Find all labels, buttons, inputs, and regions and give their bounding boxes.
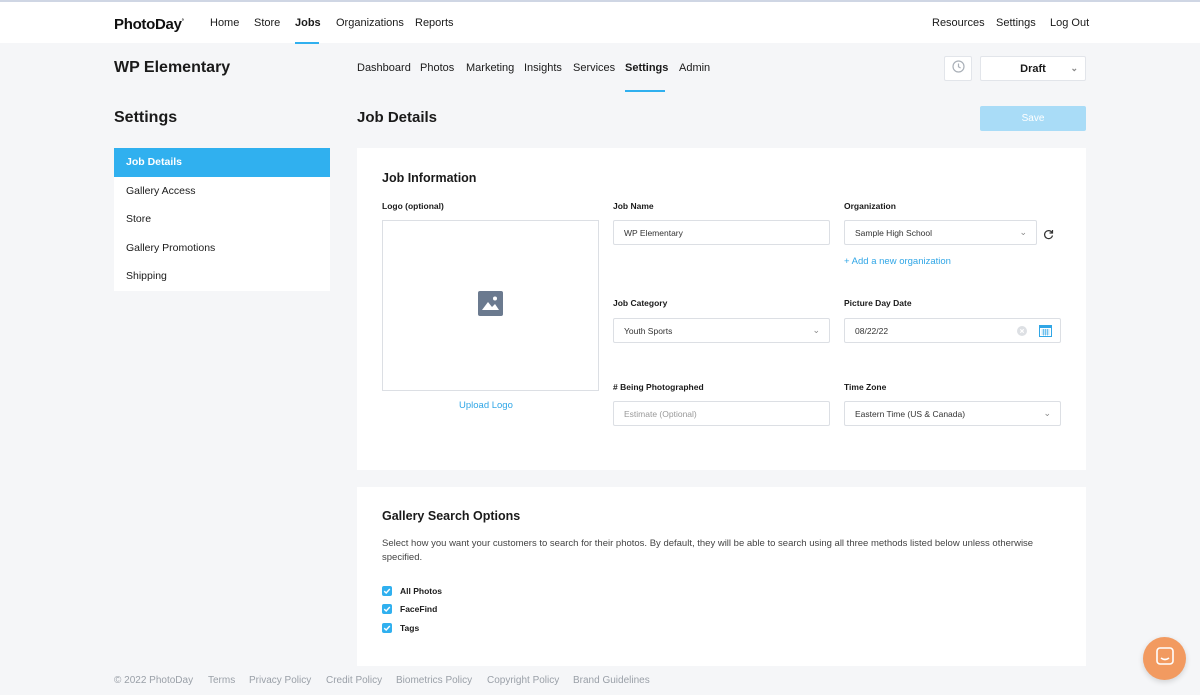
- photoday-logo[interactable]: PhotoDay°: [114, 16, 184, 33]
- time-zone-value: Eastern Time (US & Canada): [855, 408, 966, 419]
- checkbox-checked-icon[interactable]: [382, 623, 392, 633]
- clock-icon: [951, 59, 965, 78]
- chevron-down-icon: ⌄: [1070, 63, 1078, 73]
- sidebar-item-shipping[interactable]: Shipping: [114, 262, 330, 291]
- time-zone-select[interactable]: Eastern Time (US & Canada) ⌄: [844, 401, 1061, 426]
- tab-settings[interactable]: Settings: [625, 62, 668, 74]
- nav-resources[interactable]: Resources: [932, 17, 985, 29]
- tab-marketing[interactable]: Marketing: [466, 62, 514, 74]
- refresh-icon[interactable]: [1043, 227, 1054, 245]
- picture-day-label: Picture Day Date: [844, 298, 912, 308]
- settings-title: Settings: [114, 109, 178, 126]
- footer-biometrics[interactable]: Biometrics Policy: [396, 675, 472, 686]
- tab-services[interactable]: Services: [573, 62, 615, 74]
- add-organization-link[interactable]: + Add a new organization: [844, 256, 951, 267]
- settings-sidebar: Job Details Gallery Access Store Gallery…: [114, 148, 330, 291]
- option-label: Tags: [400, 623, 420, 633]
- checkbox-checked-icon[interactable]: [382, 604, 392, 614]
- chevron-down-icon: ⌄: [1043, 408, 1051, 418]
- chevron-down-icon: ⌄: [812, 325, 820, 335]
- option-label: FaceFind: [400, 604, 438, 614]
- tab-photos[interactable]: Photos: [420, 62, 454, 74]
- nav-store[interactable]: Store: [254, 17, 280, 29]
- organization-select[interactable]: Sample High School ⌄: [844, 220, 1037, 245]
- tab-active-underline: [625, 90, 665, 92]
- chevron-down-icon: ⌄: [1019, 227, 1027, 237]
- job-status-select[interactable]: Draft ⌄: [980, 56, 1086, 81]
- checkbox-checked-icon[interactable]: [382, 586, 392, 596]
- sidebar-item-gallery-access[interactable]: Gallery Access: [114, 177, 330, 206]
- gallery-search-title: Gallery Search Options: [382, 509, 521, 523]
- nav-home[interactable]: Home: [210, 17, 239, 29]
- top-navigation: PhotoDay° Home Store Jobs Organizations …: [0, 2, 1200, 44]
- footer-terms[interactable]: Terms: [208, 675, 235, 686]
- nav-settings[interactable]: Settings: [996, 17, 1036, 29]
- image-icon: [478, 290, 503, 321]
- sidebar-item-gallery-promotions[interactable]: Gallery Promotions: [114, 234, 330, 263]
- footer-privacy[interactable]: Privacy Policy: [249, 675, 311, 686]
- nav-jobs[interactable]: Jobs: [295, 17, 321, 29]
- option-facefind[interactable]: FaceFind: [382, 604, 437, 614]
- job-information-title: Job Information: [382, 171, 477, 185]
- history-button[interactable]: [944, 56, 972, 81]
- logo-label: Logo (optional): [382, 201, 444, 211]
- being-photographed-input[interactable]: Estimate (Optional): [613, 401, 830, 426]
- nav-active-underline: [295, 42, 319, 44]
- chat-launcher[interactable]: [1143, 637, 1186, 680]
- chat-icon: [1155, 646, 1175, 671]
- job-category-label: Job Category: [613, 298, 668, 308]
- picture-day-value: 08/22/22: [855, 325, 889, 336]
- logo-dropzone[interactable]: [382, 220, 599, 391]
- tab-admin[interactable]: Admin: [679, 62, 710, 74]
- job-category-select[interactable]: Youth Sports ⌄: [613, 318, 830, 343]
- option-label: All Photos: [400, 586, 443, 596]
- nav-reports[interactable]: Reports: [415, 17, 454, 29]
- calendar-icon[interactable]: [1039, 324, 1052, 339]
- tab-dashboard[interactable]: Dashboard: [357, 62, 411, 74]
- upload-logo-link[interactable]: Upload Logo: [459, 400, 513, 411]
- save-button[interactable]: Save: [980, 106, 1086, 131]
- sidebar-item-job-details[interactable]: Job Details: [114, 148, 330, 177]
- gallery-search-description: Select how you want your customers to se…: [382, 538, 1034, 563]
- option-tags[interactable]: Tags: [382, 623, 419, 633]
- picture-day-date-input[interactable]: 08/22/22: [844, 318, 1061, 343]
- page-title: Job Details: [357, 109, 438, 126]
- tab-insights[interactable]: Insights: [524, 62, 562, 74]
- job-category-value: Youth Sports: [624, 325, 673, 336]
- option-all-photos[interactable]: All Photos: [382, 586, 442, 596]
- nav-logout[interactable]: Log Out: [1050, 17, 1089, 29]
- job-status-value: Draft: [1020, 62, 1046, 75]
- footer-copyright: © 2022 PhotoDay: [114, 675, 194, 686]
- job-title: WP Elementary: [114, 59, 231, 76]
- job-name-label: Job Name: [613, 201, 654, 211]
- clear-icon[interactable]: [1017, 326, 1027, 338]
- organization-label: Organization: [844, 201, 896, 211]
- job-name-input[interactable]: WP Elementary: [613, 220, 830, 245]
- footer-brand[interactable]: Brand Guidelines: [573, 675, 650, 686]
- organization-value: Sample High School: [855, 227, 933, 238]
- time-zone-label: Time Zone: [844, 382, 887, 392]
- footer-copyright-policy[interactable]: Copyright Policy: [487, 675, 559, 686]
- being-photographed-label: # Being Photographed: [613, 382, 704, 392]
- nav-organizations[interactable]: Organizations: [336, 17, 404, 29]
- footer-credit[interactable]: Credit Policy: [326, 675, 382, 686]
- sidebar-item-store[interactable]: Store: [114, 205, 330, 234]
